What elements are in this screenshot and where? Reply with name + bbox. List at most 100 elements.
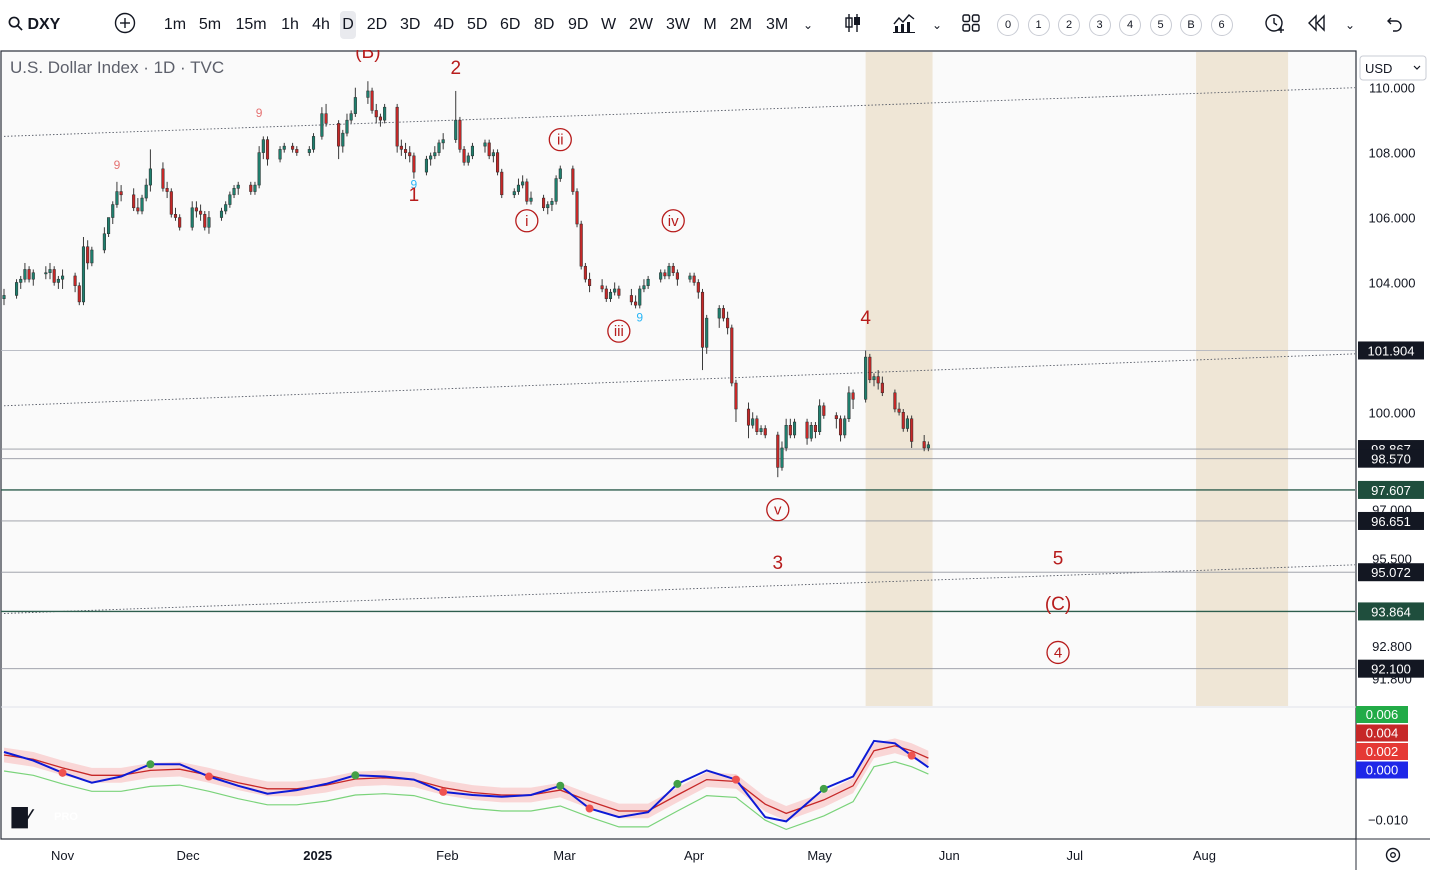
- layout-6-button[interactable]: 6: [1210, 14, 1233, 36]
- candle-body: [521, 181, 525, 186]
- candle-body: [726, 317, 730, 329]
- candle-body: [52, 269, 56, 283]
- chart-area[interactable]: 9 9 9 9 (B) 2 1 ii i iv iii 4 v 3 5 (C) 4 U.S. Dollar Ind…: [0, 42, 1430, 871]
- chevron-down-icon: ⌄: [802, 18, 814, 32]
- interval-2m[interactable]: 2M: [729, 11, 753, 39]
- interval-3m[interactable]: 3M: [766, 11, 788, 39]
- interval-1h[interactable]: 1h: [280, 11, 300, 39]
- layout-4-button[interactable]: 4: [1119, 14, 1141, 36]
- candle-body: [311, 136, 316, 150]
- candle-body: [604, 288, 608, 299]
- candle-body: [571, 168, 575, 192]
- candle-body: [437, 142, 441, 153]
- candle-body: [838, 418, 843, 436]
- candle: [730, 324, 734, 387]
- candle-body: [675, 272, 679, 280]
- candle-body: [818, 405, 822, 432]
- chart-style-button[interactable]: [840, 11, 866, 39]
- candle-body: [199, 210, 203, 215]
- interval-dropdown[interactable]: ⌄: [798, 11, 818, 39]
- candle-body: [161, 168, 165, 189]
- replay-button[interactable]: [1305, 11, 1329, 39]
- candle-body: [81, 246, 86, 303]
- candle-body: [61, 275, 65, 280]
- interval-15m[interactable]: 15m: [235, 11, 267, 39]
- candle-body: [588, 278, 592, 286]
- interval-4h[interactable]: 4h: [311, 11, 331, 39]
- candle-body: [500, 171, 504, 196]
- candle-body: [613, 288, 617, 293]
- interval-5m[interactable]: 5m: [198, 11, 222, 39]
- time-axis-label: Nov: [51, 848, 75, 863]
- candle: [496, 149, 500, 176]
- layout-0-button[interactable]: 0: [997, 14, 1019, 36]
- candle: [864, 350, 868, 403]
- wave-label: 3: [773, 553, 784, 574]
- candle-body: [466, 155, 470, 163]
- symbol-search[interactable]: DXY: [8, 11, 68, 39]
- undo-button[interactable]: [1382, 11, 1406, 39]
- interval-5d[interactable]: 5D: [467, 11, 487, 39]
- layout-1-button[interactable]: 1: [1027, 14, 1050, 36]
- interval-4d[interactable]: 4D: [433, 11, 455, 39]
- interval-9d[interactable]: 9D: [568, 11, 588, 39]
- candle-body: [788, 425, 792, 436]
- candle-body: [278, 149, 282, 160]
- candle-body: [48, 269, 52, 273]
- wave-label: i: [525, 213, 528, 230]
- candle-body: [546, 204, 550, 209]
- layout-b-button[interactable]: B: [1180, 14, 1202, 36]
- price-tick-label: 106.000: [1369, 211, 1416, 226]
- interval-3w[interactable]: 3W: [666, 11, 690, 39]
- replay-dropdown[interactable]: ⌄: [1340, 11, 1360, 39]
- price-tag-label: 97.607: [1371, 483, 1411, 498]
- candles-icon: [845, 14, 860, 32]
- candle: [901, 409, 905, 432]
- symbol-label: DXY: [27, 16, 61, 33]
- candle: [868, 353, 872, 384]
- wave-label: 2: [450, 58, 461, 79]
- indicators-button[interactable]: [890, 11, 918, 39]
- interval-m[interactable]: M: [703, 11, 717, 39]
- candle-body: [864, 356, 868, 400]
- interval-2d[interactable]: 2D: [366, 11, 388, 39]
- layout-2-button[interactable]: 2: [1058, 14, 1080, 36]
- layout-5-button[interactable]: 5: [1149, 14, 1172, 36]
- candle-body: [458, 119, 462, 150]
- interval-2w[interactable]: 2W: [629, 11, 653, 39]
- top-toolbar: DXY 1m 5m 15m 1h 4h D 2D 3D 4D 5D 6D 8D 9D W 2W 3W M 2M 3M…: [0, 0, 1430, 51]
- wave-label: 4: [1054, 644, 1062, 661]
- interval-8d[interactable]: 8D: [534, 11, 554, 39]
- interval-d[interactable]: D: [340, 11, 356, 39]
- time-axis-label: Mar: [553, 848, 576, 863]
- indicators-icon: [893, 14, 915, 33]
- alert-button[interactable]: [1262, 11, 1288, 39]
- layout-3-button[interactable]: 3: [1088, 14, 1111, 36]
- layout-button[interactable]: [958, 11, 984, 39]
- interval-3d[interactable]: 3D: [400, 11, 420, 39]
- interval-w[interactable]: W: [601, 11, 616, 39]
- candle-body: [173, 214, 178, 218]
- add-symbol-button[interactable]: [112, 11, 138, 39]
- candle-body: [751, 418, 755, 426]
- candle-body: [629, 295, 633, 303]
- interval-6d[interactable]: 6D: [500, 11, 520, 39]
- candle-body: [496, 152, 500, 173]
- chart-svg[interactable]: 9999(B)21iii iviii4v3 5(C)4U.S. Dollar Ind…: [0, 42, 1430, 871]
- interval-1m[interactable]: 1m: [163, 11, 187, 39]
- candle-body: [905, 418, 910, 429]
- candle-body: [408, 152, 412, 157]
- candle-body: [926, 444, 930, 449]
- candle-body: [809, 425, 813, 439]
- candle-body: [922, 441, 926, 449]
- time-axis-label: Jul: [1066, 848, 1083, 863]
- candle-body: [717, 308, 721, 319]
- candle-body: [893, 392, 897, 410]
- indicators-dropdown[interactable]: ⌄: [927, 11, 947, 39]
- candle: [893, 389, 897, 413]
- candle: [525, 178, 529, 205]
- price-tag-label: 96.651: [1371, 514, 1411, 529]
- candle: [638, 285, 642, 309]
- oscillator-tick-label: −0.010: [1368, 813, 1408, 828]
- candle-body: [111, 204, 115, 218]
